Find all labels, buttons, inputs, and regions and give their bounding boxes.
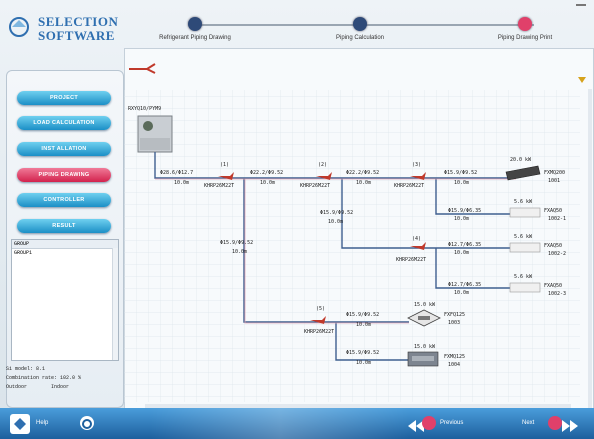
group-list-scrollbar[interactable] [112,248,118,360]
pipe-main-length: 10.0m [174,180,189,186]
indoor-1-model: FXMQ200 [544,170,565,176]
branch-5-id: (5) [316,306,325,312]
nav-installation-button[interactable]: INST ALLATION [17,142,111,156]
info-panel: Si model: 8.1 Combination rate: 102.0 % … [6,365,120,392]
step-1-dot [188,17,202,31]
indoor-1-cap: 20.0 kW [510,157,532,163]
outdoor-unit[interactable] [137,115,173,153]
indoor-6-code: 1004 [448,362,460,368]
pipe-4b-size: Φ12.7/Φ6.35 [448,282,481,288]
pipe-2down-length: 10.0m [328,219,343,225]
previous-label[interactable]: Previous [440,420,463,426]
next-label[interactable]: Next [522,420,534,426]
branch-4-kit: KHRP26M22T [396,257,426,263]
settings-button[interactable] [80,416,94,430]
indoor-4-model: FXAQ50 [544,283,562,289]
step-1[interactable]: Refrigerant Piping Drawing [140,14,250,41]
pipe-2down-size: Φ15.9/Φ9.52 [320,210,353,216]
indoor-4-cap: 5.6 kW [514,274,533,280]
home-icon [14,418,26,430]
indoor-5-cap: 15.0 kW [414,302,436,308]
indoor-3-model: FXAQ50 [544,243,562,249]
info-line1: Si model: 8.1 [6,366,46,372]
pipe-4b-length: 10.0m [454,290,469,296]
logo: SELECTION SOFTWARE [8,14,126,44]
group-list-header: GROUP [12,240,118,249]
home-button[interactable] [10,414,30,434]
pipe-5a-length: 10.0m [356,322,371,328]
minimize-button[interactable] [576,4,586,6]
info-line2: Combination rate: 102.0 % [6,375,82,381]
step-2[interactable]: Piping Calculation [305,14,415,41]
piping-diagram: RXYQ10/PYM9 (1) KHRP26M22T (2) KHRP26M22… [124,48,592,408]
indoor-1-code: 1001 [548,178,560,184]
step-3[interactable]: Piping Drawing Print [470,14,580,41]
pipe-1down-length: 10.0m [232,249,247,255]
group-list[interactable]: GROUP GROUP1 [11,239,119,361]
pipe-12-size: Φ22.2/Φ9.52 [250,170,283,176]
indoor-3-code: 1002-2 [548,251,566,257]
pipe-5b-length: 10.0m [356,360,371,366]
info-outdoor: Outdoor [6,384,28,390]
step-3-label: Piping Drawing Print [497,35,553,41]
branch-1-id: (1) [220,162,229,168]
indoor-2-model: FXAQ50 [544,208,562,214]
indoor-2-cap: 5.6 kW [514,199,533,205]
pipe-5b-size: Φ15.9/Φ9.52 [346,350,379,356]
bottom-bar: Help Previous Next [0,408,594,439]
step-1-label: Refrigerant Piping Drawing [159,35,231,41]
pipe-3b-size: Φ15.9/Φ6.35 [448,208,481,214]
branch-1-kit: KHRP26M22T [204,183,234,189]
logo-line2: SOFTWARE [38,28,115,43]
branch-3-id: (3) [412,162,421,168]
help-label[interactable]: Help [36,420,48,426]
gear-icon [82,419,92,429]
step-3-dot [518,17,532,31]
outdoor-model-label: RXYQ10/PYM9 [128,106,161,112]
pipe-3b-length: 10.0m [454,216,469,222]
next-indicator [548,416,562,430]
next-button[interactable] [562,417,578,436]
left-panel: PROJECT LOAD CALCULATION INST ALLATION P… [6,70,124,408]
indoor-6-model: FXMQ125 [444,354,465,360]
pipe-4a-size: Φ12.7/Φ6.35 [448,242,481,248]
indoor-4-code: 1002-3 [548,291,566,297]
previous-indicator [422,416,436,430]
branch-2-kit: KHRP26M22T [300,183,330,189]
branch-2-id: (2) [318,162,327,168]
indoor-2-code: 1002-1 [548,216,566,222]
pipe-1down-size: Φ15.9/Φ9.52 [220,240,253,246]
indoor-6-cap: 15.0 kW [414,344,436,350]
indoor-5-code: 1003 [448,320,460,326]
branch-3-kit: KHRP26M22T [394,183,424,189]
fast-forward-icon [562,420,578,432]
pipe-4a-length: 10.0m [454,250,469,256]
piping-diagram-svg: RXYQ10/PYM9 (1) KHRP26M22T (2) KHRP26M22… [124,90,580,402]
app-window: SELECTION SOFTWARE Refrigerant Piping Dr… [0,0,594,439]
pipe-main-size: Φ28.6/Φ12.7 [160,170,193,176]
step-2-dot [353,17,367,31]
bottom-swoosh [150,408,410,439]
pipe-12-length: 10.0m [260,180,275,186]
pipe-5a-size: Φ15.9/Φ9.52 [346,312,379,318]
pipe-3a-size: Φ15.9/Φ9.52 [444,170,477,176]
pipe-3a-length: 10.0m [454,180,469,186]
pipe-23-length: 10.0m [356,180,371,186]
group-list-item[interactable]: GROUP1 [12,249,118,257]
indoor-3-cap: 5.6 kW [514,234,533,240]
nav-piping-drawing-button[interactable]: PIPING DRAWING [17,168,111,182]
info-indoor: Indoor [51,384,70,390]
branch-5-kit: KHRP26M22T [304,329,334,335]
nav-controller-button[interactable]: CONTROLLER [17,193,111,207]
step-2-label: Piping Calculation [335,35,385,41]
logo-icon [9,17,29,37]
pipe-23-size: Φ22.2/Φ9.52 [346,170,379,176]
branch-4-id: (4) [412,236,421,242]
nav-result-button[interactable]: RESULT [17,219,111,233]
nav-load-calculation-button[interactable]: LOAD CALCULATION [17,116,111,130]
indoor-5-model: FXFQ125 [444,312,465,318]
nav-project-button[interactable]: PROJECT [17,91,111,105]
